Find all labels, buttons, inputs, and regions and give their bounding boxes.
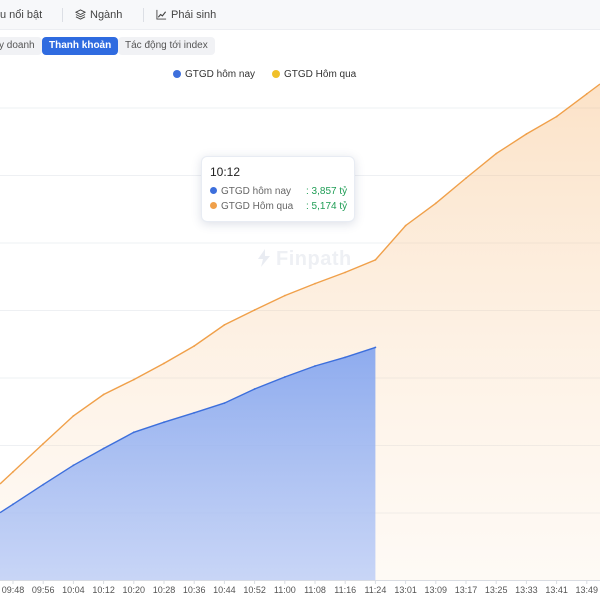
finpath-watermark: Finpath — [256, 248, 352, 271]
data-point — [344, 271, 347, 274]
data-point — [374, 259, 377, 261]
data-point — [132, 431, 135, 434]
data-point — [314, 365, 316, 367]
x-tick-label: 09:56 — [32, 585, 55, 595]
x-tick-label: 10:20 — [123, 585, 146, 595]
data-point — [223, 402, 226, 404]
data-point — [223, 324, 226, 326]
tooltip-label-today: GTGD hôm nay — [221, 186, 292, 197]
data-point — [253, 388, 256, 390]
data-point — [102, 393, 105, 396]
x-tick-label: 11:16 — [334, 585, 356, 595]
data-point — [193, 411, 196, 414]
x-tick-label: 10:36 — [183, 585, 206, 595]
data-point — [72, 464, 75, 467]
x-tick-label: 09:48 — [2, 585, 25, 595]
watermark-text: Finpath — [276, 248, 352, 270]
data-point — [344, 356, 347, 359]
tooltip-dot-today — [210, 187, 217, 194]
x-tick-label: 13:01 — [394, 585, 417, 595]
x-tick-label: 10:28 — [153, 585, 176, 595]
data-point — [72, 415, 75, 417]
tooltip-dot-yesterday — [210, 202, 217, 209]
data-point — [163, 362, 165, 365]
tooltip-label-yesterday: GTGD Hôm qua — [221, 201, 294, 212]
liquidity-chart: 09:48 09:56 10:04 10:12 10:20 10:28 10:36 10:44… — [0, 83, 600, 595]
tooltip-time: 10:12 — [210, 165, 241, 179]
lightning-logo-icon — [258, 249, 270, 267]
data-point — [495, 152, 498, 155]
data-point — [193, 345, 196, 347]
tooltip-row-yesterday: GTGD Hôm qua : 5,174 tỷ — [210, 200, 348, 215]
data-point — [163, 421, 165, 424]
x-tick-label: 13:49 — [576, 585, 599, 595]
data-point — [253, 309, 256, 311]
x-tick-label: 10:04 — [62, 585, 85, 595]
data-point — [374, 346, 377, 349]
x-tick-label: 13:17 — [455, 585, 478, 595]
data-point — [314, 282, 316, 285]
data-point — [132, 378, 135, 381]
data-point — [12, 471, 14, 473]
data-point — [283, 294, 286, 297]
x-tick-label: 10:44 — [213, 585, 236, 595]
x-tick-label: 13:41 — [545, 585, 568, 595]
x-tick-label: 11:08 — [304, 585, 326, 595]
tooltip-value-today: : 3,857 tỷ — [306, 186, 348, 197]
x-tick-label: 13:09 — [425, 585, 448, 595]
x-tick-label: 10:12 — [92, 585, 115, 595]
tooltip-row-today: GTGD hôm nay : 3,857 tỷ — [210, 185, 348, 200]
data-point — [283, 376, 286, 378]
data-point — [42, 483, 45, 486]
data-point — [42, 442, 45, 445]
data-point — [585, 93, 588, 95]
data-point — [102, 447, 105, 450]
x-axis: 09:48 09:56 10:04 10:12 10:20 10:28 10:36 10:44… — [0, 580, 600, 595]
x-tick-label: 13:33 — [515, 585, 538, 595]
data-point — [404, 224, 407, 227]
data-point — [434, 202, 437, 205]
x-tick-label: 13:25 — [485, 585, 508, 595]
tooltip-value-yesterday: : 5,174 tỷ — [306, 201, 348, 212]
data-point — [465, 177, 467, 180]
chart-tooltip: 10:12 GTGD hôm nay : 3,857 tỷ GTGD Hôm q… — [201, 156, 355, 222]
data-point — [555, 115, 558, 118]
x-tick-label: 11:00 — [274, 585, 296, 595]
data-point — [12, 503, 14, 506]
data-point — [525, 133, 528, 135]
x-tick-label: 10:52 — [243, 585, 266, 595]
x-tick-label: 11:24 — [364, 585, 386, 595]
